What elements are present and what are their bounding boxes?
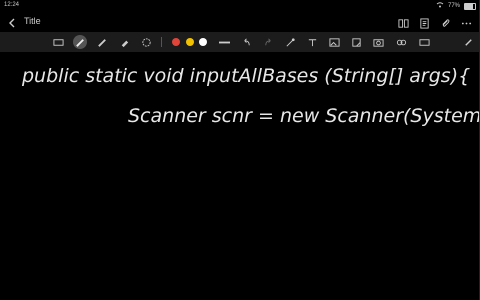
- pen-icon[interactable]: [73, 35, 87, 49]
- battery-percent: 77%: [447, 3, 460, 9]
- keyboard-icon[interactable]: [52, 36, 64, 48]
- text-icon[interactable]: [306, 36, 318, 48]
- highlighter-icon[interactable]: [96, 36, 108, 48]
- pen-mode-icon[interactable]: [462, 36, 474, 48]
- lasso-icon[interactable]: [140, 36, 152, 48]
- color-red[interactable]: [172, 38, 180, 46]
- back-chevron-icon[interactable]: [7, 16, 19, 28]
- audio-icon[interactable]: [418, 36, 430, 48]
- handwritten-line-1: public static void inputAllBases (String…: [21, 65, 470, 87]
- camera-icon[interactable]: [372, 36, 384, 48]
- eraser-icon[interactable]: [118, 36, 130, 48]
- status-time: 12:24: [4, 2, 20, 8]
- image-icon[interactable]: [328, 36, 340, 48]
- drawing-toolbar: [0, 32, 480, 52]
- sticker-icon[interactable]: [350, 36, 362, 48]
- handwriting-canvas[interactable]: public static void inputAllBases (String…: [0, 52, 480, 300]
- color-yellow[interactable]: [186, 38, 194, 46]
- redo-icon[interactable]: [262, 36, 274, 48]
- page-title[interactable]: Title: [24, 16, 41, 26]
- battery-icon: [464, 2, 476, 10]
- toolbar-divider: [161, 37, 162, 47]
- title-bar: Title: [0, 12, 480, 32]
- color-white[interactable]: [199, 38, 207, 46]
- handwritten-line-2: Scanner scnr = new Scanner(System.in);: [128, 105, 480, 127]
- link-icon[interactable]: [395, 36, 407, 48]
- shapes-icon[interactable]: [284, 36, 296, 48]
- wifi-icon: [436, 2, 444, 10]
- undo-icon[interactable]: [240, 36, 252, 48]
- line-width-icon[interactable]: [218, 36, 230, 48]
- status-bar: 12:24 77%: [0, 0, 480, 10]
